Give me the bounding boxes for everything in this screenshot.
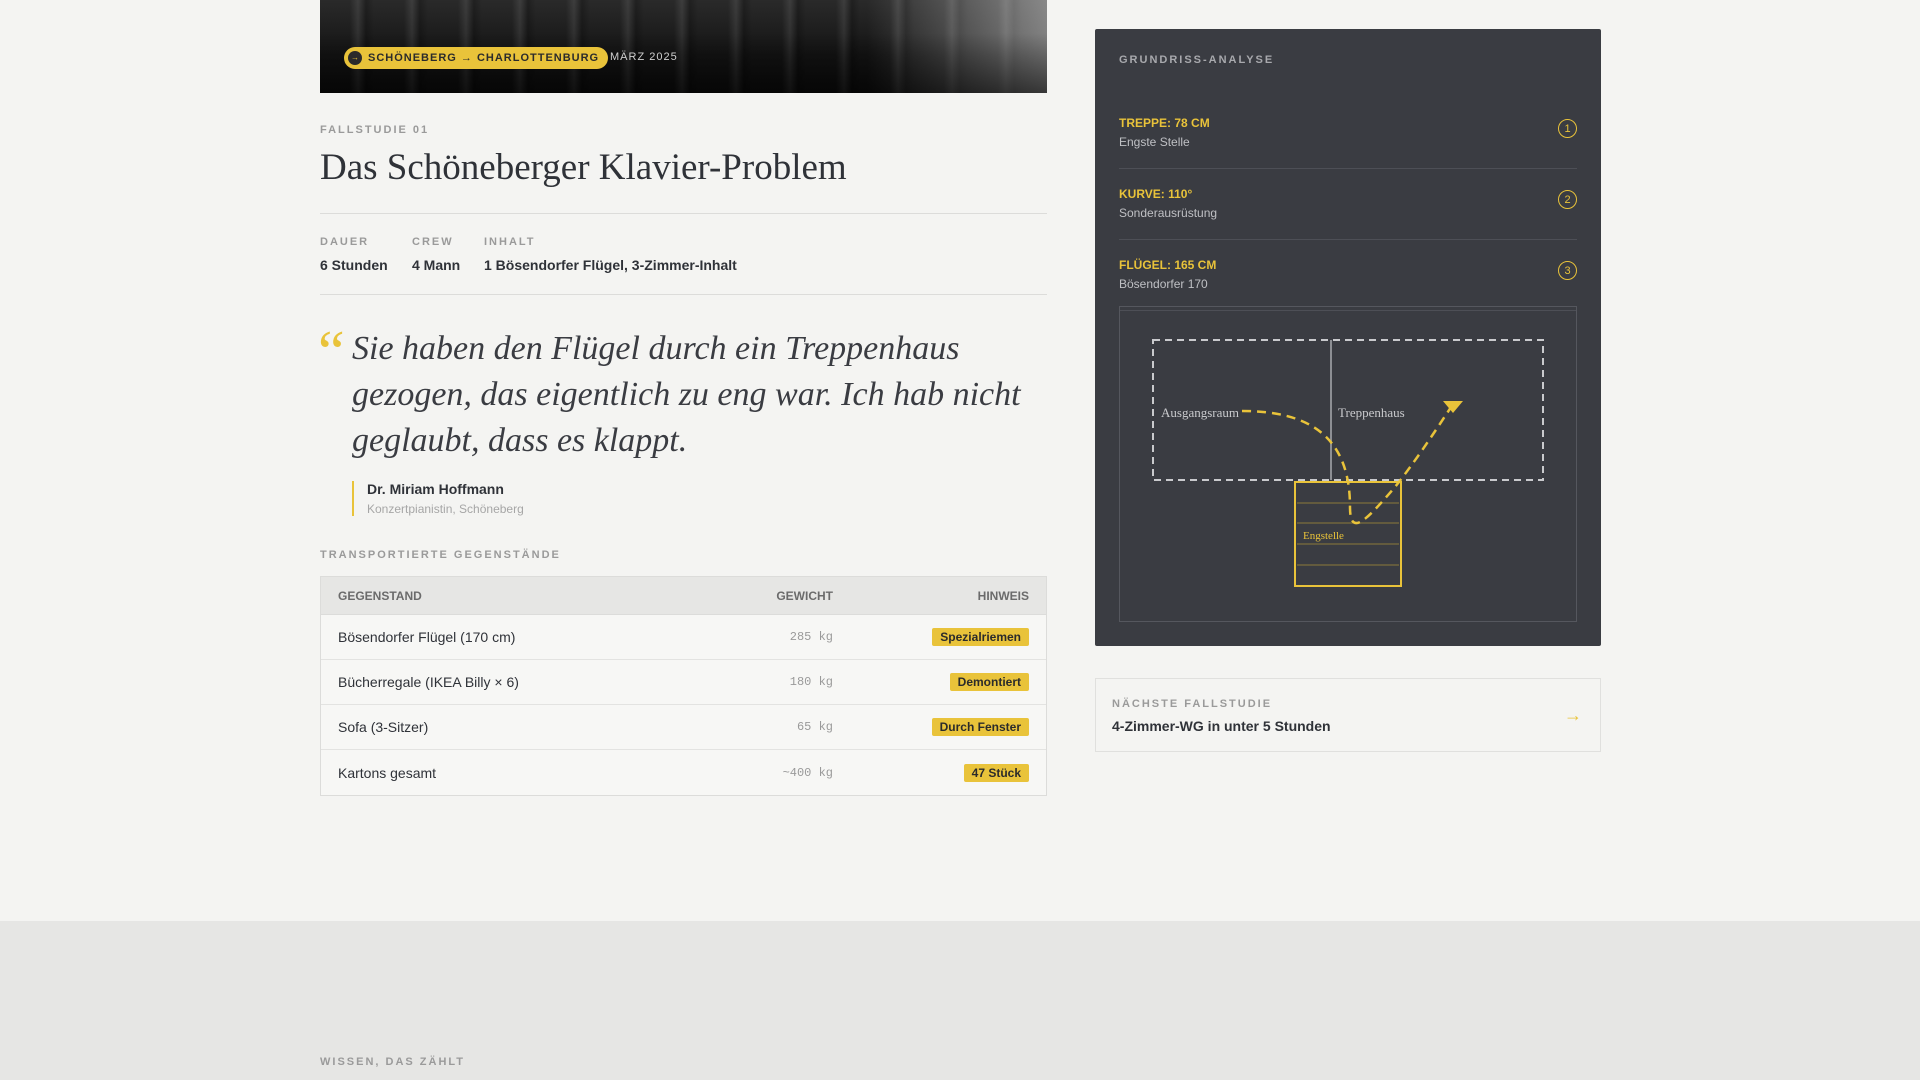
arrow-right-icon: → [1564, 705, 1582, 725]
author-name: Dr. Miriam Hoffmann [367, 481, 504, 497]
knowledge-section: WISSEN, DAS ZÄHLT [0, 921, 1920, 1080]
table-row: Bücherregale (IKEA Billy × 6) 180 kg Dem… [321, 660, 1046, 705]
fact-sub: Bösendorfer 170 [1119, 277, 1208, 291]
fact-number-badge: 1 [1558, 119, 1577, 138]
bottleneck-label: Engstelle [1303, 530, 1344, 542]
meta-label: INHALT [484, 236, 536, 248]
fact-sub: Sonderausrüstung [1119, 206, 1218, 220]
quote-author: Dr. Miriam Hoffmann Konzertpianistin, Sc… [352, 481, 524, 516]
meta-value: 6 Stunden [320, 257, 388, 273]
fact-piano-length: FLÜGEL: 165 CM Bösendorfer 170 3 [1119, 240, 1577, 311]
item-name: Sofa (3-Sitzer) [338, 719, 429, 735]
next-case-kicker: NÄCHSTE FALLSTUDIE [1112, 698, 1273, 710]
fact-stair-width: TREPPE: 78 CM Engste Stelle 1 [1119, 98, 1577, 169]
column-header-weight: GEWICHT [776, 588, 833, 603]
item-weight: 180 kg [789, 675, 833, 689]
room-label-stairwell: Treppenhaus [1338, 405, 1405, 420]
transport-path [1241, 403, 1455, 525]
meta-value: 4 Mann [412, 257, 461, 273]
items-heading: TRANSPORTIERTE GEGENSTÄNDE [320, 549, 561, 561]
item-weight: 65 kg [796, 720, 833, 734]
next-case-title: 4-Zimmer-WG in unter 5 Stunden [1112, 718, 1331, 734]
floorplan-diagram: Ausgangsraum Treppenhaus Engstelle [1119, 306, 1577, 622]
divider [320, 213, 1047, 214]
fact-sub: Engste Stelle [1119, 135, 1190, 149]
room-label-start: Ausgangsraum [1161, 405, 1239, 420]
testimonial-quote: Sie haben den Flügel durch ein Treppenha… [352, 330, 1021, 459]
items-table: GEGENSTAND GEWICHT HINWEIS Bösendorfer F… [320, 576, 1047, 796]
meta-label: CREW [412, 236, 454, 248]
item-name: Kartons gesamt [338, 764, 437, 781]
fact-number-badge: 3 [1558, 261, 1577, 280]
item-note-badge: Spezialriemen [932, 628, 1029, 646]
fact-key: TREPPE: 78 CM [1119, 116, 1210, 130]
floorplan-svg: Ausgangsraum Treppenhaus Engstelle [1152, 339, 1544, 587]
table-row: Sofa (3-Sitzer) 65 kg Durch Fenster [321, 705, 1046, 750]
item-note-badge: Demontiert [949, 673, 1029, 691]
column-header-note: HINWEIS [977, 588, 1029, 603]
fact-curve: KURVE: 110° Sonderausrüstung 2 [1119, 169, 1577, 240]
column-header-item: GEGENSTAND [338, 588, 422, 603]
arrow-right-icon: → [348, 51, 362, 65]
author-role: Konzertpianistin, Schöneberg [367, 502, 524, 516]
path-arrowhead-icon [1443, 401, 1463, 413]
next-case-link[interactable]: NÄCHSTE FALLSTUDIE 4-Zimmer-WG in unter … [1095, 678, 1601, 752]
item-weight: 285 kg [789, 630, 833, 644]
page-title: Das Schöneberger Klavier-Problem [320, 147, 847, 188]
meta-crew: CREW 4 Mann [412, 236, 460, 273]
section-kicker: WISSEN, DAS ZÄHLT [320, 1056, 466, 1068]
table-row: Kartons gesamt ~400 kg 47 Stück [321, 750, 1046, 795]
item-note-badge: Durch Fenster [931, 718, 1029, 736]
divider [320, 294, 1047, 295]
meta-value: 1 Bösendorfer Flügel, 3-Zimmer-Inhalt [484, 257, 737, 273]
case-date: MÄRZ 2025 [610, 51, 678, 63]
route-badge: → SCHÖNEBERG → CHARLOTTENBURG [344, 47, 609, 69]
item-weight: ~400 kg [782, 765, 833, 780]
item-name: Bösendorfer Flügel (170 cm) [338, 629, 516, 645]
fact-key: KURVE: 110° [1119, 187, 1193, 201]
case-kicker: FALLSTUDIE 01 [320, 124, 430, 136]
fact-key: FLÜGEL: 165 CM [1119, 258, 1217, 272]
panel-title: GRUNDRISS-ANALYSE [1119, 54, 1275, 66]
route-label: SCHÖNEBERG → CHARLOTTENBURG [368, 52, 600, 64]
hero-image: → SCHÖNEBERG → CHARLOTTENBURG MÄRZ 2025 [320, 0, 1047, 93]
table-header: GEGENSTAND GEWICHT HINWEIS [321, 577, 1046, 615]
meta-label: DAUER [320, 236, 370, 248]
fact-number-badge: 2 [1558, 190, 1577, 209]
meta-content: INHALT 1 Bösendorfer Flügel, 3-Zimmer-In… [484, 236, 737, 273]
floorplan-analysis-panel: GRUNDRISS-ANALYSE TREPPE: 78 CM Engste S… [1095, 29, 1601, 646]
quote-mark-icon: “ [318, 319, 345, 385]
table-row: Bösendorfer Flügel (170 cm) 285 kg Spezi… [321, 615, 1046, 660]
meta-duration: DAUER 6 Stunden [320, 236, 388, 273]
item-name: Bücherregale (IKEA Billy × 6) [338, 674, 519, 690]
item-note-badge: 47 Stück [963, 763, 1029, 782]
